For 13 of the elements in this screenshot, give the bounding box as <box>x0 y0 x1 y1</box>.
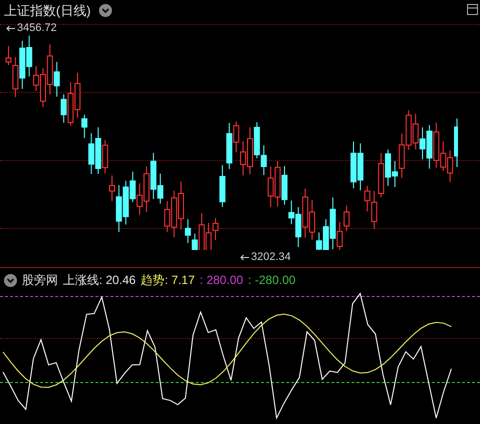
pointer-arrow-icon <box>240 254 249 261</box>
pointer-arrow-icon <box>6 24 15 32</box>
legend-value: 趋势: 7.17 <box>140 272 195 289</box>
chevron-down-icon[interactable] <box>98 4 112 18</box>
chevron-down-icon[interactable] <box>4 274 17 286</box>
legend-value: 上涨线: 20.46 <box>63 272 136 289</box>
high-price-label: 3456.72 <box>17 21 57 36</box>
low-price-label: 3202.34 <box>251 250 291 265</box>
chart-title: 上证指数(日线) <box>4 2 91 20</box>
legend-value: : -280.00 <box>248 272 296 289</box>
square-icon[interactable] <box>467 4 478 15</box>
indicator-name: 股旁网 <box>22 272 58 289</box>
legend-value: : 280.00 <box>200 272 244 289</box>
